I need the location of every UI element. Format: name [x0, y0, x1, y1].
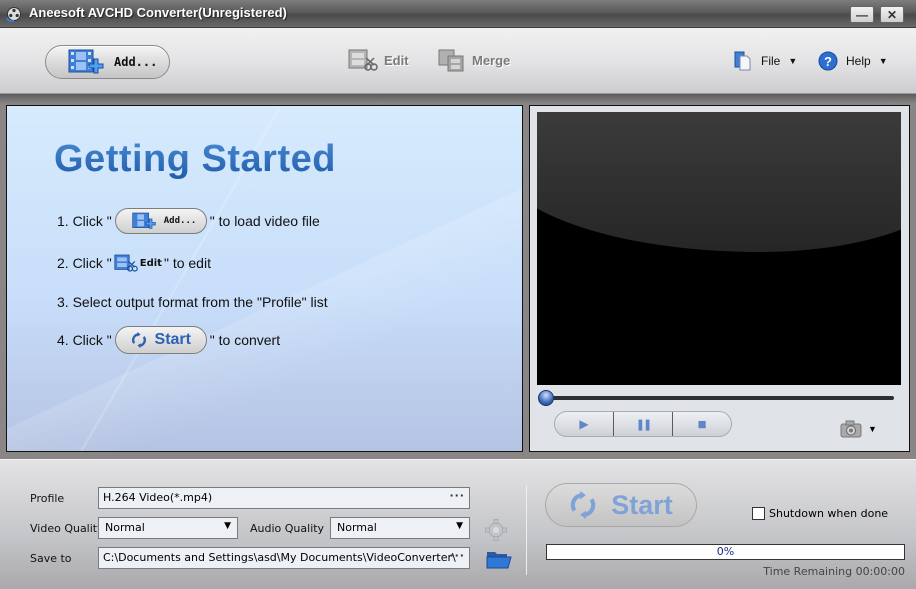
- audio-quality-label: Audio Quality: [250, 522, 325, 535]
- step-2-suffix: " to edit: [163, 255, 211, 271]
- pause-icon: ❚❚: [635, 418, 653, 431]
- merge-button[interactable]: Merge: [438, 48, 510, 72]
- step-2-prefix: 2. Click ": [57, 255, 112, 271]
- step-4: 4. Click " Start " to convert: [57, 326, 280, 354]
- app-logo-icon: [6, 7, 21, 22]
- getting-started-panel: Getting Started 1. Click " Add... " to l…: [6, 105, 523, 452]
- close-button[interactable]: ✕: [880, 6, 904, 23]
- getting-started-title: Getting Started: [54, 138, 336, 180]
- edit-icon: [348, 49, 378, 71]
- profile-field[interactable]: H.264 Video(*.mp4) ···: [98, 487, 470, 509]
- start-label: Start: [611, 489, 673, 520]
- refresh-icon: [571, 491, 596, 519]
- add-button-label: Add...: [114, 55, 158, 69]
- profile-label: Profile: [30, 492, 65, 505]
- step-4-prefix: 4. Click ": [57, 332, 112, 348]
- settings-gear-icon[interactable]: [485, 519, 507, 541]
- merge-icon: [438, 49, 464, 72]
- step-2: 2. Click " Edit " to edit: [57, 252, 211, 274]
- minimize-button[interactable]: —: [850, 6, 874, 23]
- step-1-add-button-image: Add...: [114, 208, 207, 234]
- save-to-label: Save to: [30, 552, 72, 565]
- step-4-button-label: Start: [154, 331, 191, 348]
- add-button[interactable]: Add...: [45, 45, 170, 79]
- add-video-icon: [132, 212, 156, 229]
- stop-icon: ■: [697, 415, 707, 433]
- step-4-suffix: " to convert: [209, 332, 281, 348]
- refresh-icon: [131, 332, 146, 348]
- toolbar: Add... Edit Merge File ▼ ? Help ▼: [0, 28, 916, 94]
- video-quality-label: Video Quality: [30, 522, 104, 535]
- play-button[interactable]: ▶: [555, 412, 613, 436]
- shutdown-label: Shutdown when done: [769, 507, 889, 520]
- audio-quality-value: Normal: [337, 521, 377, 534]
- help-menu[interactable]: ? Help ▼: [818, 51, 888, 71]
- step-1-button-label: Add...: [163, 216, 197, 226]
- help-label: Help: [846, 54, 871, 68]
- edit-label: Edit: [384, 52, 409, 68]
- step-1: 1. Click " Add... " to load video file: [57, 208, 320, 234]
- camera-icon: [840, 420, 862, 438]
- step-2-edit-image: Edit: [114, 252, 162, 274]
- save-to-value: C:\Documents and Settings\asd\My Documen…: [103, 551, 456, 564]
- save-to-browse-button[interactable]: ···: [449, 549, 465, 562]
- step-2-button-label: Edit: [139, 257, 162, 269]
- video-quality-value: Normal: [105, 521, 145, 534]
- video-quality-select[interactable]: Normal ▼: [98, 517, 238, 539]
- step-3-text: 3. Select output format from the "Profil…: [57, 294, 328, 310]
- shutdown-checkbox[interactable]: [752, 507, 765, 520]
- svg-text:?: ?: [824, 54, 832, 69]
- help-dropdown-icon: ▼: [878, 56, 888, 66]
- edit-icon: [114, 254, 138, 272]
- time-remaining: Time Remaining 00:00:00: [763, 565, 905, 578]
- save-to-field[interactable]: C:\Documents and Settings\asd\My Documen…: [98, 547, 470, 569]
- file-menu[interactable]: File ▼: [733, 51, 797, 71]
- video-preview-screen: [537, 112, 901, 385]
- toolbar-shadow: [0, 94, 916, 104]
- help-icon: ?: [818, 51, 838, 71]
- seek-slider-handle[interactable]: [538, 390, 554, 406]
- step-4-start-button-image: Start: [114, 326, 207, 354]
- chevron-down-icon: ▼: [456, 521, 463, 531]
- output-settings-area: Profile H.264 Video(*.mp4) ··· Video Qua…: [0, 459, 916, 589]
- divider: [526, 485, 527, 575]
- file-label: File: [761, 54, 781, 68]
- close-icon: ✕: [886, 7, 898, 22]
- preview-panel: ▶ ❚❚ ■ ▼: [529, 105, 910, 452]
- seek-slider[interactable]: [542, 396, 894, 400]
- pause-button[interactable]: ❚❚: [613, 412, 672, 436]
- snapshot-dropdown-icon: ▼: [868, 424, 877, 434]
- snapshot-button[interactable]: ▼: [840, 420, 877, 438]
- minimize-icon: —: [856, 7, 868, 22]
- step-1-prefix: 1. Click ": [57, 213, 112, 229]
- conversion-progress-bar: 0%: [546, 544, 905, 560]
- step-1-suffix: " to load video file: [209, 213, 320, 229]
- add-video-icon: [68, 49, 104, 74]
- merge-label: Merge: [472, 52, 511, 68]
- open-folder-icon[interactable]: [486, 549, 512, 569]
- start-button[interactable]: Start: [545, 483, 697, 527]
- play-icon: ▶: [579, 417, 589, 431]
- edit-button[interactable]: Edit: [348, 48, 409, 72]
- screen-gloss: [537, 112, 901, 252]
- file-dropdown-icon: ▼: [788, 56, 798, 66]
- profile-value: H.264 Video(*.mp4): [103, 491, 213, 504]
- title-bar: Aneesoft AVCHD Converter(Unregistered) —…: [0, 0, 916, 28]
- audio-quality-select[interactable]: Normal ▼: [330, 517, 470, 539]
- profile-browse-button[interactable]: ···: [449, 489, 465, 502]
- playback-controls: ▶ ❚❚ ■: [554, 411, 732, 437]
- progress-text: 0%: [716, 545, 735, 558]
- window-title: Aneesoft AVCHD Converter(Unregistered): [29, 5, 287, 20]
- step-3: 3. Select output format from the "Profil…: [57, 294, 328, 310]
- chevron-down-icon: ▼: [224, 521, 231, 531]
- shutdown-when-done-option[interactable]: Shutdown when done: [752, 507, 888, 520]
- file-icon: [734, 51, 751, 71]
- stop-button[interactable]: ■: [672, 412, 731, 436]
